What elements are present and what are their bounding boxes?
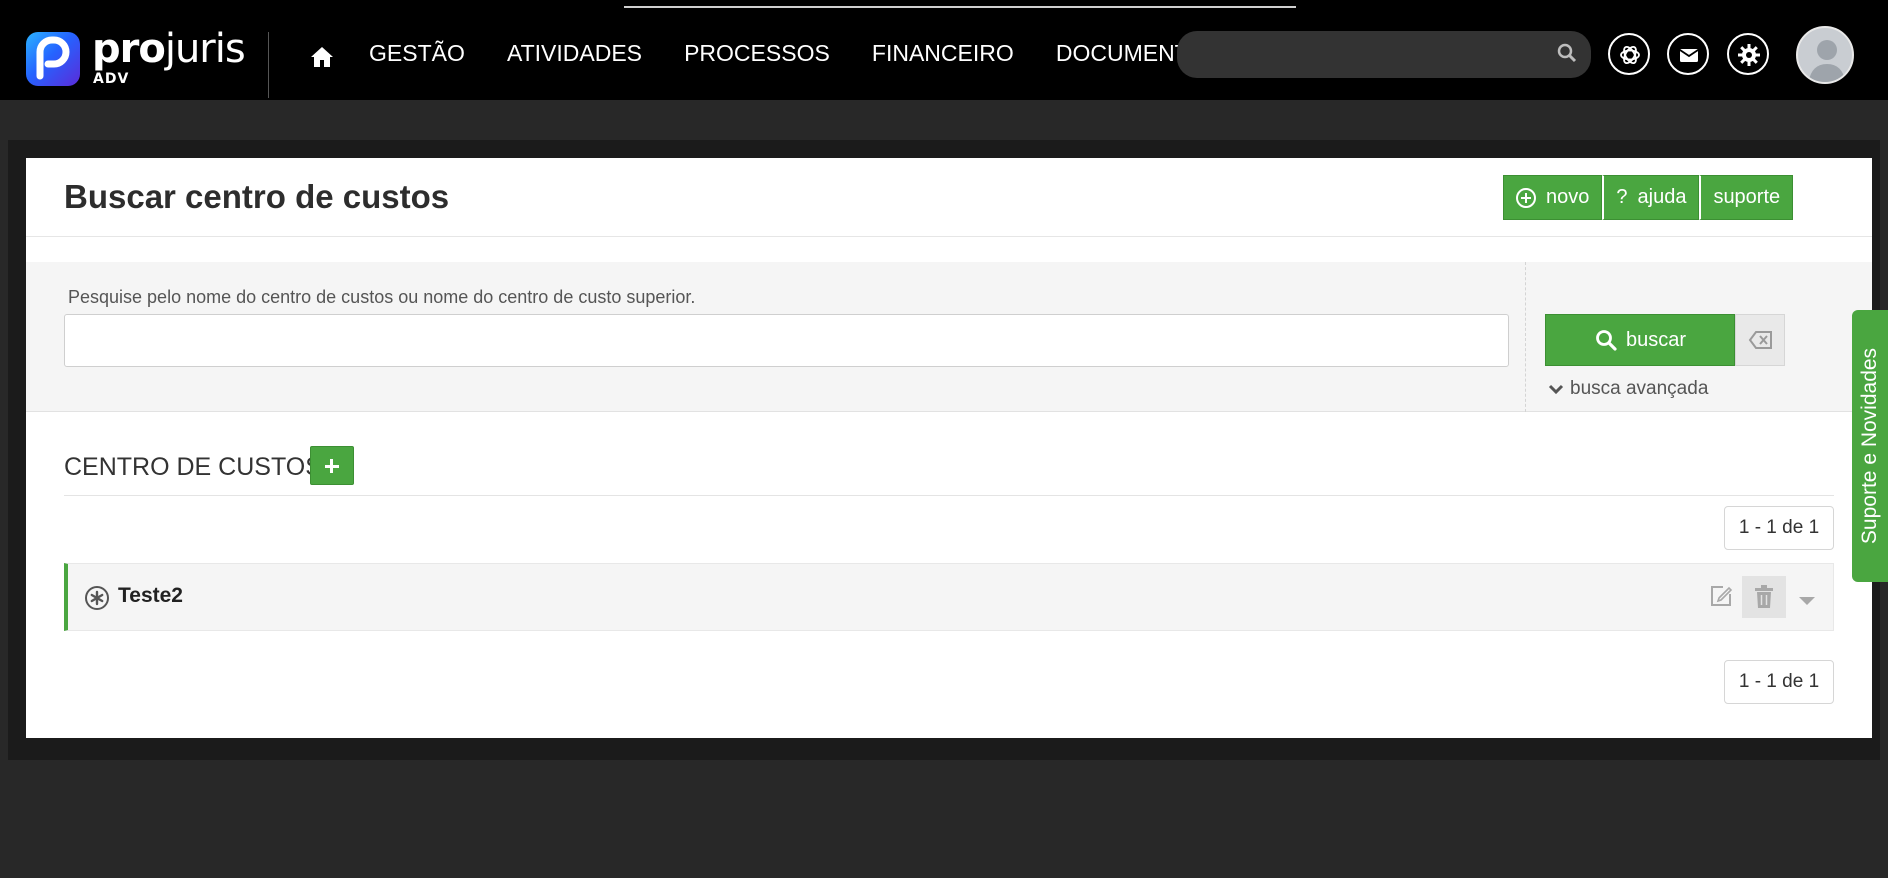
suporte-novidades-tab[interactable]: Suporte e Novidades [1852,310,1888,582]
section-divider [64,495,1834,496]
plus-circle-icon [1516,187,1536,208]
list-item[interactable] [64,563,1834,631]
nav-item-financeiro[interactable]: FINANCEIRO [872,40,1014,67]
title-divider [26,236,1872,237]
backspace-icon [1748,331,1772,349]
nav-item-processos[interactable]: PROCESSOS [684,40,830,67]
page-action-group: novo ? ajuda suporte [1503,175,1794,220]
chevron-down-icon [1548,384,1564,395]
projuris-logo-icon[interactable] [26,32,80,86]
delete-button[interactable] [1742,576,1786,618]
search-input[interactable] [64,314,1509,367]
novo-label: novo [1546,186,1590,208]
add-centro-button[interactable] [310,446,354,485]
section-title: CENTRO DE CUSTOS [64,453,322,481]
main-panel [26,158,1872,738]
global-search-input[interactable] [1177,31,1591,78]
pagination-top[interactable]: 1 - 1 de 1 [1724,506,1834,550]
search-hint: Pesquise pelo nome do centro de custos o… [68,287,696,307]
page-title: Buscar centro de custos [64,178,450,215]
buscar-button[interactable]: buscar [1545,314,1735,366]
user-avatar[interactable] [1796,26,1854,84]
clear-search-button[interactable] [1735,314,1785,366]
list-item-label[interactable]: Teste2 [118,584,183,608]
brand-name: projuris [92,26,246,72]
pagination-bottom[interactable]: 1 - 1 de 1 [1724,660,1834,704]
caret-down-icon[interactable] [1797,592,1817,605]
search-icon[interactable] [1556,42,1578,64]
nav-item-atividades[interactable]: ATIVIDADES [507,40,642,67]
ajuda-button[interactable]: ? ajuda [1602,175,1700,220]
asterisk-circle-icon [84,585,110,611]
side-tab-label: Suporte e Novidades [1858,347,1881,545]
suporte-label: suporte [1713,186,1781,208]
suporte-button[interactable]: suporte [1699,175,1794,220]
logo-divider [268,32,269,98]
busca-avancada-link[interactable]: busca avançada [1548,378,1708,400]
nav-item-documentos[interactable]: DOCUMENTOS [1056,40,1179,67]
search-separator [1525,262,1526,412]
brand-subtitle: ADV [93,71,130,87]
trash-icon [1755,585,1773,608]
busca-avancada-label: busca avançada [1570,378,1709,399]
loading-bar [624,6,1296,8]
home-icon[interactable] [309,44,335,70]
main-nav: GESTÃO ATIVIDADES PROCESSOS FINANCEIRO D… [369,40,1179,70]
search-icon [1596,330,1617,351]
novo-button[interactable]: novo [1503,175,1603,220]
openai-icon[interactable] [1608,33,1650,75]
ajuda-label: ajuda [1637,186,1687,208]
edit-icon[interactable] [1709,584,1733,608]
question-icon: ? [1616,186,1628,208]
buscar-label: buscar [1625,328,1687,351]
mail-icon[interactable] [1667,33,1709,75]
gear-icon[interactable] [1727,33,1769,75]
nav-item-gestao[interactable]: GESTÃO [369,40,465,67]
